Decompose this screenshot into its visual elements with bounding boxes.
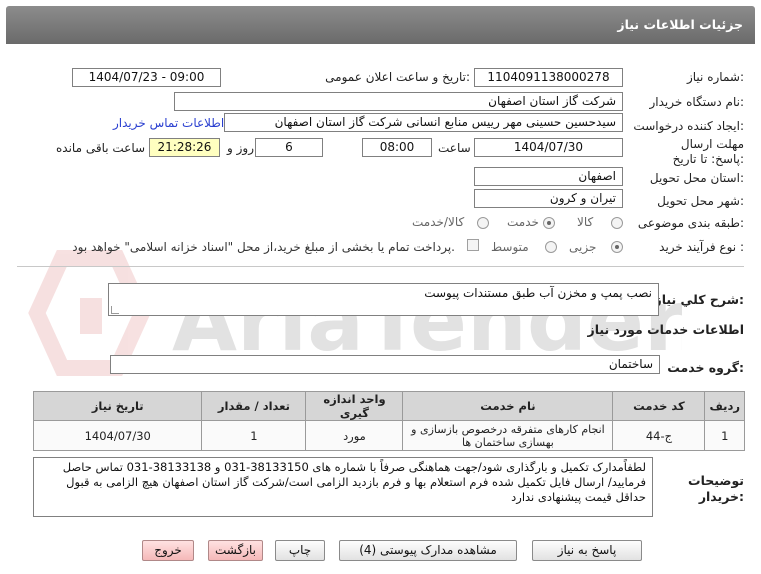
process-option-minor: جزیی bbox=[569, 240, 597, 254]
cell-need-date: 1404/07/30 bbox=[32, 420, 203, 451]
buyer-notes-label: توضیحات خریدار: bbox=[688, 473, 744, 504]
treasury-payment-note: پرداخت تمام یا بخشی از مبلغ خرید،از محل … bbox=[72, 240, 455, 254]
remaining-days-label: روز و bbox=[227, 141, 254, 155]
treasury-payment-checkbox[interactable] bbox=[467, 239, 479, 251]
reply-to-need-button[interactable]: پاسخ به نیاز bbox=[532, 540, 642, 561]
requester-field: سیدحسین حسینی مهر رییس منابع انسانی شرکت… bbox=[224, 113, 623, 132]
remaining-time-label: ساعت باقی مانده bbox=[56, 141, 146, 155]
page-title: جزئیات اطلاعات نیاز bbox=[617, 17, 743, 32]
announce-datetime-field: 1404/07/23 - 09:00 bbox=[72, 68, 221, 87]
deadline-date-field: 1404/07/30 bbox=[474, 138, 623, 157]
back-button[interactable]: بازگشت bbox=[208, 540, 263, 561]
requester-label: ایجاد کننده درخواست: bbox=[633, 119, 744, 133]
resize-grip-icon[interactable] bbox=[111, 306, 119, 314]
service-group-label: گروه خدمت: bbox=[667, 360, 744, 375]
announce-datetime-label: تاریخ و ساعت اعلان عمومی: bbox=[325, 70, 470, 84]
remaining-days-field: 6 bbox=[255, 138, 323, 157]
deadline-time-field: 08:00 bbox=[362, 138, 432, 157]
buyer-org-field: شرکت گاز استان اصفهان bbox=[174, 92, 623, 111]
cell-row-number: 1 bbox=[704, 420, 745, 451]
view-attachments-button[interactable]: مشاهده مدارک پیوستی (4) bbox=[339, 540, 517, 561]
cell-service-code: ج-44 bbox=[612, 420, 706, 451]
buyer-contact-link[interactable]: اطلاعات تماس خریدار bbox=[113, 116, 224, 130]
buyer-notes-textarea[interactable]: لطفاًمدارک تکمیل و بارگذاری شود/جهت هماه… bbox=[33, 457, 653, 517]
remaining-time-field: 21:28:26 bbox=[149, 138, 220, 157]
header-bar: جزئیات اطلاعات نیاز bbox=[6, 6, 755, 44]
delivery-city-label: شهر محل تحویل: bbox=[657, 194, 744, 208]
table-header-row: ردیف کد خدمت نام خدمت واحد اندازه گیری ت… bbox=[32, 391, 745, 421]
need-number-label: شماره نیاز: bbox=[686, 70, 744, 84]
delivery-province-label: استان محل تحویل: bbox=[649, 171, 744, 185]
col-unit: واحد اندازه گیری bbox=[305, 391, 404, 421]
deadline-label: مهلت ارسال پاسخ: تا تاریخ: bbox=[672, 137, 744, 166]
service-group-field: ساختمان bbox=[110, 355, 660, 374]
process-option-medium: متوسط bbox=[491, 240, 529, 254]
exit-button[interactable]: خروج bbox=[142, 540, 194, 561]
category-option-goods: کالا bbox=[577, 215, 594, 229]
services-info-heading: اطلاعات خدمات مورد نیاز bbox=[587, 322, 745, 337]
general-desc-label: شرح کلي نياز: bbox=[654, 292, 745, 307]
delivery-province-field: اصفهان bbox=[474, 167, 623, 186]
cell-service-name: انجام کارهای متفرقه درخصوص بازسازی و بهس… bbox=[402, 420, 614, 451]
category-radio-goods[interactable] bbox=[611, 217, 623, 229]
general-desc-textarea[interactable]: نصب پمپ و مخزن آب طبق مستندات پیوست bbox=[108, 283, 659, 316]
category-option-goods-service: کالا/خدمت bbox=[412, 215, 465, 229]
deadline-time-label: ساعت bbox=[438, 141, 471, 155]
category-label: طبقه بندی موضوعی: bbox=[637, 216, 744, 230]
cell-quantity: 1 bbox=[201, 420, 307, 451]
process-type-label: نوع فرآیند خرید : bbox=[659, 240, 744, 254]
category-option-service: خدمت bbox=[507, 215, 539, 229]
divider bbox=[17, 266, 744, 267]
table-row: 1 ج-44 انجام کارهای متفرقه درخصوص بازساز… bbox=[32, 420, 745, 451]
process-radio-medium[interactable] bbox=[545, 241, 557, 253]
services-table: ردیف کد خدمت نام خدمت واحد اندازه گیری ت… bbox=[32, 391, 745, 451]
print-button[interactable]: چاپ bbox=[275, 540, 325, 561]
col-service-name: نام خدمت bbox=[402, 391, 614, 421]
col-quantity: تعداد / مقدار bbox=[201, 391, 307, 421]
need-number-field: 1104091138000278 bbox=[474, 68, 623, 87]
col-need-date: تاریخ نیاز bbox=[32, 391, 203, 421]
process-radio-minor[interactable] bbox=[611, 241, 623, 253]
category-radio-goods-service[interactable] bbox=[477, 217, 489, 229]
col-row-number: ردیف bbox=[704, 391, 745, 421]
delivery-city-field: تیران و کرون bbox=[474, 189, 623, 208]
category-radio-service[interactable] bbox=[543, 217, 555, 229]
general-desc-text: نصب پمپ و مخزن آب طبق مستندات پیوست bbox=[424, 286, 652, 300]
buyer-notes-text: لطفاًمدارک تکمیل و بارگذاری شود/جهت هماه… bbox=[62, 460, 646, 504]
cell-unit: مورد bbox=[305, 420, 404, 451]
col-service-code: کد خدمت bbox=[612, 391, 706, 421]
buyer-org-label: نام دستگاه خریدار: bbox=[649, 95, 745, 109]
